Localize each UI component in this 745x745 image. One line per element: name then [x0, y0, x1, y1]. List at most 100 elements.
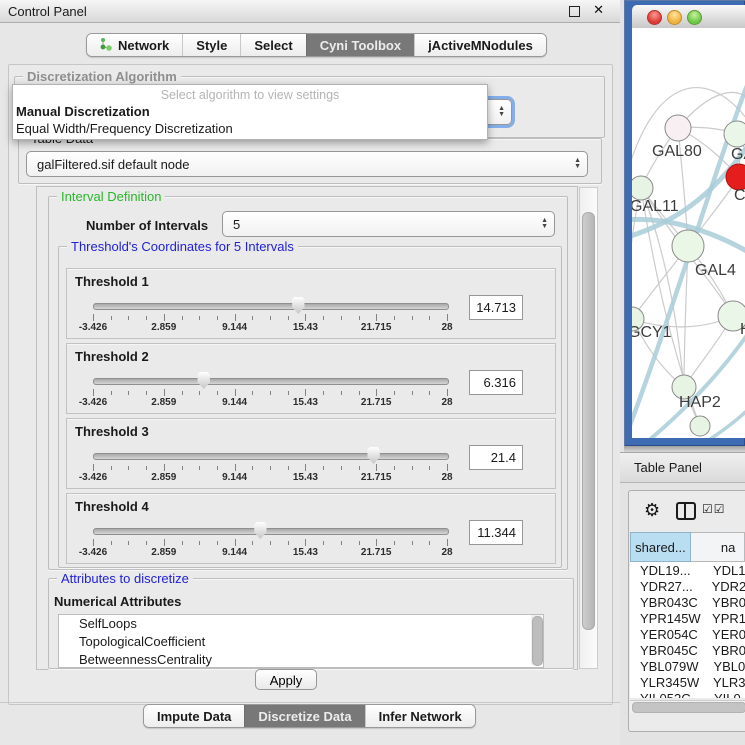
float-window-icon[interactable] — [569, 6, 580, 17]
cyni-bottom-tabbar: Impute DataDiscretize DataInfer Network — [143, 704, 476, 728]
scrollbar-thumb[interactable] — [532, 616, 543, 666]
network-node[interactable] — [690, 416, 710, 436]
table-row[interactable]: YER054CYER0 — [630, 626, 745, 642]
tick-mark — [93, 389, 94, 396]
tick-mark — [341, 466, 342, 470]
tab-select[interactable]: Select — [240, 34, 305, 56]
tab-network[interactable]: Network — [87, 34, 182, 56]
control-panel-tabbar: NetworkStyleSelectCyni ToolboxjActiveMNo… — [86, 33, 547, 57]
slider-ticks — [93, 389, 447, 397]
tick-mark — [412, 391, 413, 395]
attribute-list-item[interactable]: SelfLoops — [59, 615, 543, 633]
tick-mark — [429, 466, 430, 470]
tick-mark — [323, 466, 324, 470]
spinner-arrows-icon: ▲▼ — [541, 218, 548, 230]
slider-handle[interactable] — [253, 522, 268, 539]
combo-arrows-icon: ▲▼ — [498, 106, 505, 118]
attributes-list-scrollbar[interactable] — [531, 615, 542, 665]
table-row[interactable]: YBR043CYBR0 — [630, 594, 745, 610]
threshold-slider-track[interactable] — [93, 378, 449, 385]
tick-mark — [146, 316, 147, 320]
select-columns-icons[interactable]: ☑☑ — [702, 502, 726, 516]
attributes-group-title: Attributes to discretize — [57, 571, 193, 586]
tick-mark — [164, 464, 165, 471]
table-row[interactable]: YPR145WYPR1 — [630, 610, 745, 626]
table-panel-titlebar: Table Panel — [620, 452, 745, 483]
tick-mark — [217, 391, 218, 395]
threshold-slider-track[interactable] — [93, 528, 449, 535]
network-node-label: H — [740, 321, 745, 338]
column-header-shared-name[interactable]: shared... — [630, 532, 691, 562]
vertical-scrollbar[interactable] — [579, 187, 598, 669]
table-row[interactable]: YBL079WYBL0 — [630, 658, 745, 674]
threshold-box: Threshold 1-3.4262.8599.14415.4321.71528… — [66, 268, 556, 339]
tick-mark — [217, 466, 218, 470]
tab-style[interactable]: Style — [182, 34, 240, 56]
table-row[interactable]: YBR045CYBR0 — [630, 642, 745, 658]
tick-mark — [288, 316, 289, 320]
close-traffic-light-icon[interactable] — [647, 10, 662, 25]
tick-mark — [93, 539, 94, 546]
attribute-list-item[interactable]: TopologicalCoefficient — [59, 633, 543, 651]
slider-handle[interactable] — [366, 447, 381, 464]
cell-name: YDL1 — [705, 563, 745, 578]
network-node[interactable] — [672, 230, 704, 262]
threshold-value-field[interactable]: 21.4 — [469, 445, 523, 470]
scrollbar-thumb[interactable] — [582, 212, 595, 630]
column-header-name[interactable]: na — [691, 532, 745, 562]
tick-mark — [376, 314, 377, 321]
bottom-tab-discretize-data[interactable]: Discretize Data — [244, 705, 364, 727]
tick-mark — [111, 541, 112, 545]
horizontal-scrollbar[interactable] — [630, 700, 745, 713]
tick-mark — [429, 316, 430, 320]
split-columns-icon[interactable] — [676, 502, 696, 520]
threshold-slider-track[interactable] — [93, 453, 449, 460]
tab-jactivemnodules[interactable]: jActiveMNodules — [414, 34, 546, 56]
threshold-label: Threshold 4 — [75, 499, 149, 514]
tick-mark — [394, 316, 395, 320]
network-canvas[interactable]: GAL80GACGAL11GAL4GCY1HHAP2 — [632, 28, 745, 438]
tick-mark — [341, 391, 342, 395]
table-row[interactable]: YIL052CYIL0 — [630, 690, 745, 698]
table-body: YDL19...YDL1YDR27...YDR2YBR043CYBR0YPR14… — [630, 562, 745, 698]
tick-mark — [359, 541, 360, 545]
scrollbar-thumb[interactable] — [632, 702, 745, 713]
table-row[interactable]: YDR27...YDR2 — [630, 578, 745, 594]
cell-shared-name: YLR345W — [630, 675, 705, 690]
network-node[interactable] — [665, 115, 691, 141]
tick-mark — [252, 541, 253, 545]
num-intervals-spinner[interactable]: 5 ▲▼ — [222, 211, 555, 237]
tick-mark — [182, 466, 183, 470]
cell-name: YLR3 — [705, 675, 745, 690]
threshold-slider-track[interactable] — [93, 303, 449, 310]
table-row[interactable]: YDL19...YDL1 — [630, 562, 745, 578]
apply-button[interactable]: Apply — [255, 669, 317, 690]
control-panel-title: Control Panel — [8, 4, 87, 19]
tab-cyni-toolbox[interactable]: Cyni Toolbox — [306, 34, 414, 56]
algorithm-option[interactable]: Equal Width/Frequency Discretization — [13, 120, 487, 137]
tick-mark — [199, 316, 200, 320]
minimize-traffic-light-icon[interactable] — [667, 10, 682, 25]
close-icon[interactable]: ✕ — [593, 2, 604, 18]
table-data-combobox[interactable]: galFiltered.sif default node ▲▼ — [26, 151, 588, 177]
algorithm-option[interactable]: Manual Discretization — [13, 103, 487, 120]
table-row[interactable]: YLR345WYLR3 — [630, 674, 745, 690]
bottom-tab-impute-data[interactable]: Impute Data — [144, 705, 244, 727]
settings-gear-icon[interactable]: ⚙ — [644, 500, 660, 521]
control-panel-titlebar: Control Panel ✕ — [0, 0, 620, 23]
network-node[interactable] — [632, 176, 653, 200]
tick-label: 2.859 — [151, 397, 176, 408]
cell-shared-name: YIL052C — [630, 691, 706, 699]
threshold-value-field[interactable]: 11.344 — [469, 520, 523, 545]
zoom-traffic-light-icon[interactable] — [687, 10, 702, 25]
slider-handle[interactable] — [291, 297, 306, 314]
tick-mark — [146, 391, 147, 395]
network-node[interactable] — [724, 121, 745, 147]
tick-label: 9.144 — [222, 472, 247, 483]
bottom-tab-infer-network[interactable]: Infer Network — [365, 705, 475, 727]
slider-handle[interactable] — [196, 372, 211, 389]
threshold-value-field[interactable]: 6.316 — [469, 370, 523, 395]
threshold-value-field[interactable]: 14.713 — [469, 295, 523, 320]
numerical-attributes-list[interactable]: SelfLoopsTopologicalCoefficientBetweenne… — [58, 614, 544, 668]
attribute-list-item[interactable]: BetweennessCentrality — [59, 651, 543, 668]
